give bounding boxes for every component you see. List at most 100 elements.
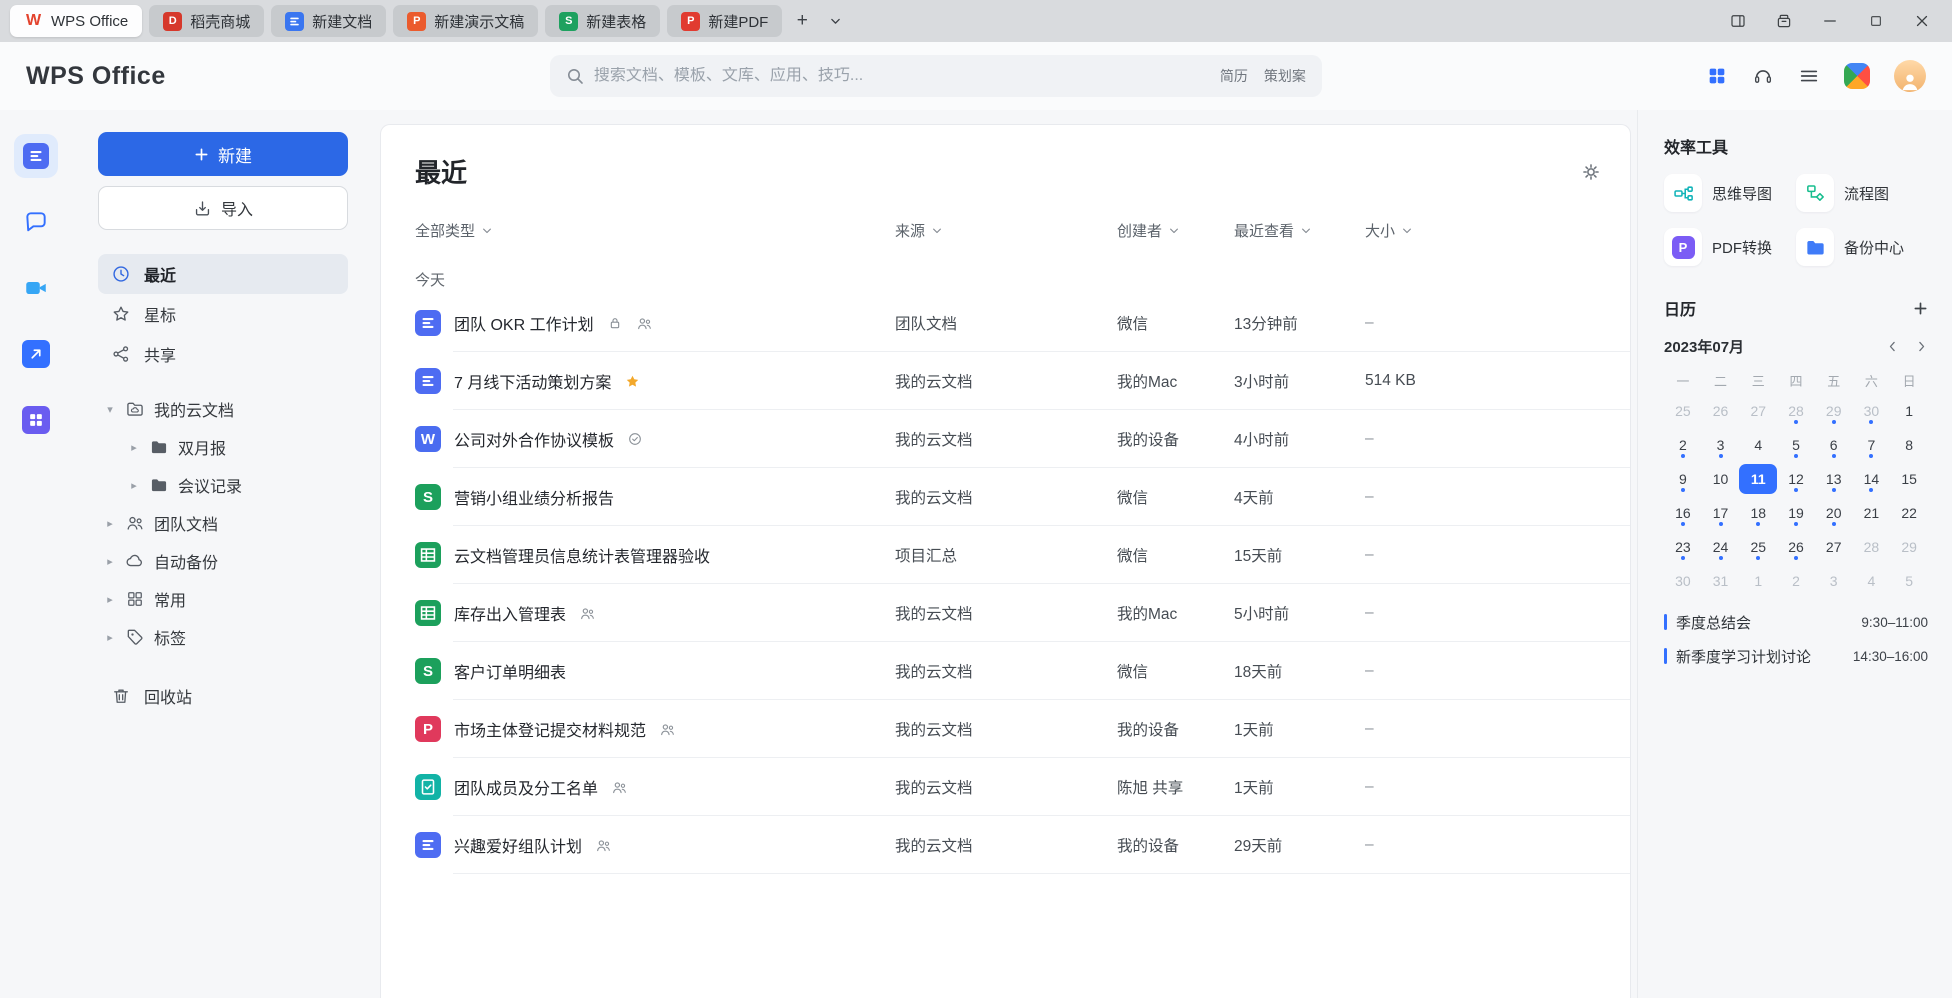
wps-brand-icon[interactable] [1844, 63, 1870, 89]
calendar-day[interactable]: 8 [1890, 430, 1928, 460]
workspace-icon[interactable] [1770, 7, 1798, 35]
sidebar-item-trash[interactable]: 回收站 [98, 676, 348, 716]
search-input[interactable] [594, 67, 1210, 85]
calendar-day[interactable]: 15 [1890, 464, 1928, 494]
file-row[interactable]: W 公司对外合作协议模板 我的云文档 我的设备 4小时前 – [381, 410, 1630, 468]
filter-all-types[interactable]: 全部类型 [415, 220, 493, 241]
file-row[interactable]: 团队成员及分工名单 我的云文档 陈旭 共享 1天前 – [381, 758, 1630, 816]
calendar-day[interactable]: 30 [1853, 396, 1891, 426]
tool-backup-center[interactable]: 备份中心 [1796, 228, 1928, 266]
gear-icon[interactable] [1580, 161, 1602, 183]
calendar-day[interactable]: 27 [1739, 396, 1777, 426]
search-bar[interactable]: 简历 策划案 [550, 55, 1322, 97]
calendar-day[interactable]: 25 [1739, 532, 1777, 562]
chevron-collapsed-icon[interactable]: ▸ [104, 517, 116, 530]
file-row[interactable]: 团队 OKR 工作计划 团队文档 微信 13分钟前 – [381, 294, 1630, 352]
tree-item-bimonthly-report[interactable]: ▸ 双月报 [98, 428, 348, 466]
tab-new-presentation[interactable]: P 新建演示文稿 [393, 5, 538, 37]
tab-wps-office[interactable]: W WPS Office [10, 5, 142, 37]
calendar-day[interactable]: 4 [1739, 430, 1777, 460]
tool-mindmap[interactable]: 思维导图 [1664, 174, 1796, 212]
calendar-day[interactable]: 2 [1664, 430, 1702, 460]
calendar-day[interactable]: 19 [1777, 498, 1815, 528]
calendar-day[interactable]: 11 [1739, 464, 1777, 494]
calendar-day[interactable]: 28 [1777, 396, 1815, 426]
calendar-day[interactable]: 27 [1815, 532, 1853, 562]
new-button[interactable]: 新建 [98, 132, 348, 176]
rail-chat-icon[interactable] [14, 200, 58, 244]
tree-item-meeting-notes[interactable]: ▸ 会议记录 [98, 466, 348, 504]
sidebar-toggle-icon[interactable] [1724, 7, 1752, 35]
event-item[interactable]: 新季度学习计划讨论 14:30–16:00 [1664, 644, 1928, 668]
calendar-day[interactable]: 12 [1777, 464, 1815, 494]
import-button[interactable]: 导入 [98, 186, 348, 230]
calendar-day[interactable]: 20 [1815, 498, 1853, 528]
search-tag-resume[interactable]: 简历 [1220, 66, 1248, 86]
support-headset-icon[interactable] [1752, 65, 1774, 87]
tree-item-frequent[interactable]: ▸ 常用 [98, 580, 348, 618]
chevron-expanded-icon[interactable]: ▾ [104, 403, 116, 416]
tab-docer-store[interactable]: D 稻壳商城 [149, 5, 264, 37]
calendar-day[interactable]: 9 [1664, 464, 1702, 494]
calendar-prev-icon[interactable] [1886, 340, 1899, 353]
calendar-day[interactable]: 3 [1815, 566, 1853, 596]
calendar-day[interactable]: 2 [1777, 566, 1815, 596]
file-row[interactable]: S 客户订单明细表 我的云文档 微信 18天前 – [381, 642, 1630, 700]
tab-new-document[interactable]: 新建文档 [271, 5, 386, 37]
calendar-day[interactable]: 21 [1853, 498, 1891, 528]
file-row[interactable]: 7 月线下活动策划方案 我的云文档 我的Mac 3小时前 514 KB [381, 352, 1630, 410]
calendar-day[interactable]: 14 [1853, 464, 1891, 494]
chevron-collapsed-icon[interactable]: ▸ [104, 555, 116, 568]
tab-list-chevron[interactable] [822, 8, 848, 34]
sidebar-item-recent[interactable]: 最近 [98, 254, 348, 294]
apps-grid-icon[interactable] [1706, 65, 1728, 87]
calendar-day[interactable]: 23 [1664, 532, 1702, 562]
tree-item-team-docs[interactable]: ▸ 团队文档 [98, 504, 348, 542]
file-row[interactable]: 云文档管理员信息统计表管理器验收 项目汇总 微信 15天前 – [381, 526, 1630, 584]
rail-tasks-icon[interactable] [14, 332, 58, 376]
calendar-day[interactable]: 4 [1853, 566, 1891, 596]
calendar-day[interactable]: 22 [1890, 498, 1928, 528]
chevron-collapsed-icon[interactable]: ▸ [128, 479, 140, 492]
calendar-day[interactable]: 1 [1890, 396, 1928, 426]
calendar-day[interactable]: 7 [1853, 430, 1891, 460]
file-row[interactable]: 库存出入管理表 我的云文档 我的Mac 5小时前 – [381, 584, 1630, 642]
tree-item-tags[interactable]: ▸ 标签 [98, 618, 348, 656]
filter-size[interactable]: 大小 [1365, 220, 1413, 241]
rail-meeting-icon[interactable] [14, 266, 58, 310]
rail-docs-home-icon[interactable] [14, 134, 58, 178]
calendar-day[interactable]: 26 [1702, 396, 1740, 426]
calendar-day[interactable]: 5 [1777, 430, 1815, 460]
calendar-day[interactable]: 29 [1815, 396, 1853, 426]
calendar-day[interactable]: 1 [1739, 566, 1777, 596]
calendar-day[interactable]: 26 [1777, 532, 1815, 562]
calendar-day[interactable]: 10 [1702, 464, 1740, 494]
file-row[interactable]: S 营销小组业绩分析报告 我的云文档 微信 4天前 – [381, 468, 1630, 526]
event-item[interactable]: 季度总结会 9:30–11:00 [1664, 610, 1928, 634]
filter-creator[interactable]: 创建者 [1117, 220, 1180, 241]
rail-apps-icon[interactable] [14, 398, 58, 442]
calendar-day[interactable]: 25 [1664, 396, 1702, 426]
calendar-day[interactable]: 16 [1664, 498, 1702, 528]
calendar-day[interactable]: 24 [1702, 532, 1740, 562]
calendar-day[interactable]: 30 [1664, 566, 1702, 596]
calendar-day[interactable]: 5 [1890, 566, 1928, 596]
new-tab-button[interactable]: + [789, 8, 815, 34]
sidebar-item-starred[interactable]: 星标 [98, 294, 348, 334]
tree-item-my-cloud-docs[interactable]: ▾ 我的云文档 [98, 390, 348, 428]
calendar-day[interactable]: 28 [1853, 532, 1891, 562]
search-tag-plan[interactable]: 策划案 [1264, 66, 1306, 86]
minimize-button[interactable] [1816, 7, 1844, 35]
tab-new-pdf[interactable]: P 新建PDF [667, 5, 782, 37]
chevron-collapsed-icon[interactable]: ▸ [104, 631, 116, 644]
filter-last-viewed[interactable]: 最近查看 [1234, 220, 1312, 241]
calendar-day[interactable]: 18 [1739, 498, 1777, 528]
tree-item-auto-backup[interactable]: ▸ 自动备份 [98, 542, 348, 580]
calendar-day[interactable]: 6 [1815, 430, 1853, 460]
calendar-day[interactable]: 29 [1890, 532, 1928, 562]
tab-new-spreadsheet[interactable]: S 新建表格 [545, 5, 660, 37]
avatar[interactable] [1894, 60, 1926, 92]
calendar-add-icon[interactable] [1913, 301, 1928, 316]
calendar-next-icon[interactable] [1915, 340, 1928, 353]
calendar-day[interactable]: 17 [1702, 498, 1740, 528]
